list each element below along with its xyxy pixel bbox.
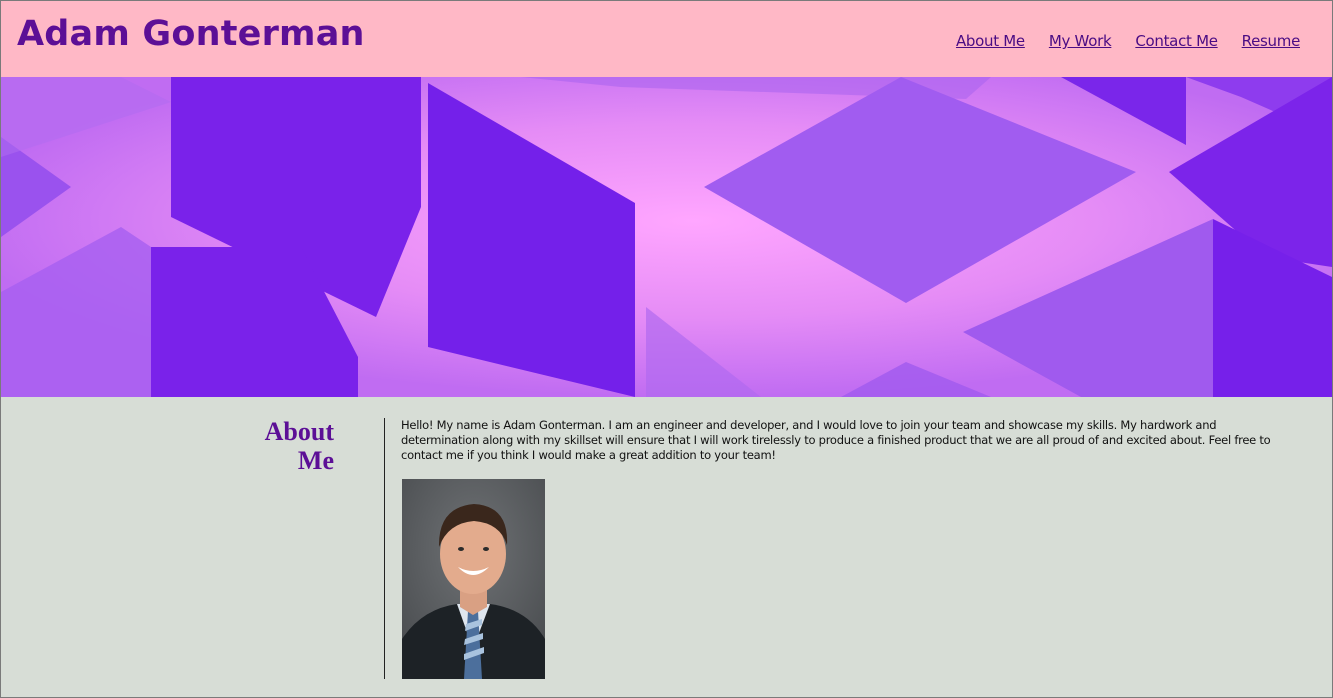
main-nav: About Me My Work Contact Me Resume: [956, 32, 1300, 50]
site-header: Adam Gonterman About Me My Work Contact …: [1, 1, 1332, 77]
about-divider: [384, 418, 385, 679]
nav-link-contact-me[interactable]: Contact Me: [1135, 32, 1218, 50]
site-title[interactable]: Adam Gonterman: [17, 15, 365, 54]
about-section: About Me Hello! My name is Adam Gonterma…: [1, 397, 1332, 697]
about-heading: About Me: [241, 417, 334, 475]
profile-photo: [402, 479, 545, 679]
nav-link-resume[interactable]: Resume: [1242, 32, 1301, 50]
about-heading-line1: About: [264, 417, 334, 446]
hero-banner-image: [1, 77, 1332, 397]
about-heading-line2: Me: [297, 446, 334, 475]
about-paragraph: Hello! My name is Adam Gonterman. I am a…: [401, 418, 1271, 462]
nav-link-about-me[interactable]: About Me: [956, 32, 1025, 50]
nav-link-my-work[interactable]: My Work: [1049, 32, 1112, 50]
page: Adam Gonterman About Me My Work Contact …: [0, 0, 1333, 698]
